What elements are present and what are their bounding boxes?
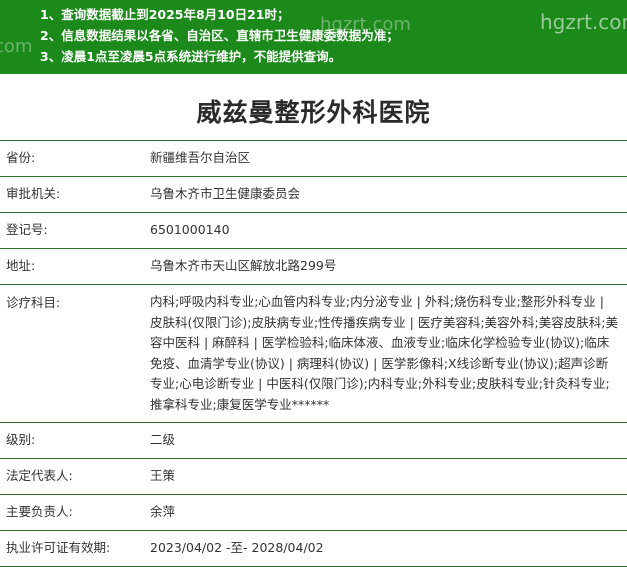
principal-label: 主要负责人: xyxy=(6,504,73,519)
row-legal-rep: 法定代表人: 王策 xyxy=(0,459,627,495)
row-reg-no: 登记号: 6501000140 xyxy=(0,213,627,249)
legal-rep-value: 王策 xyxy=(150,468,176,483)
authority-value: 乌鲁木齐市卫生健康委员会 xyxy=(150,186,301,201)
scope-value: 内科;呼吸内科专业;心血管内科专业;内分泌专业 | 外科;烧伤科专业;整形外科专… xyxy=(150,294,618,412)
row-principal: 主要负责人: 余萍 xyxy=(0,495,627,531)
hospital-title: 威兹曼整形外科医院 xyxy=(196,98,431,127)
level-value: 二级 xyxy=(150,432,176,447)
address-label: 地址: xyxy=(6,258,36,273)
row-validity: 执业许可证有效期: 2023/04/02 -至- 2028/04/02 xyxy=(0,531,627,567)
reg-no-value: 6501000140 xyxy=(150,222,230,237)
notice-line-3: 3、凌晨1点至凌晨5点系统进行维护，不能提供查询。 xyxy=(40,49,342,64)
validity-value: 2023/04/02 -至- 2028/04/02 xyxy=(150,540,324,555)
row-scope: 诊疗科目: 内科;呼吸内科专业;心血管内科专业;内分泌专业 | 外科;烧伤科专业… xyxy=(0,285,627,423)
validity-label: 执业许可证有效期: xyxy=(6,540,111,555)
row-address: 地址: 乌鲁木齐市天山区解放北路299号 xyxy=(0,249,627,285)
scope-label: 诊疗科目: xyxy=(6,295,61,310)
principal-value: 余萍 xyxy=(150,504,176,519)
row-province: 省份: 新疆维吾尔自治区 xyxy=(0,141,627,177)
row-authority: 审批机关: 乌鲁木齐市卫生健康委员会 xyxy=(0,177,627,213)
reg-no-label: 登记号: xyxy=(6,222,48,237)
info-table: 省份: 新疆维吾尔自治区 审批机关: 乌鲁木齐市卫生健康委员会 登记号: 650… xyxy=(0,140,627,567)
legal-rep-label: 法定代表人: xyxy=(6,468,73,483)
authority-label: 审批机关: xyxy=(6,186,61,201)
watermark: hgzrt.com xyxy=(540,10,627,34)
address-value: 乌鲁木齐市天山区解放北路299号 xyxy=(150,258,337,273)
watermark: hgzrt.com xyxy=(320,14,411,35)
row-level: 级别: 二级 xyxy=(0,423,627,459)
notice-banner: 1、查询数据截止到2025年8月10日21时； 2、信息数据结果以各省、自治区、… xyxy=(0,0,627,74)
watermark: com xyxy=(0,36,33,57)
level-label: 级别: xyxy=(6,432,36,447)
province-label: 省份: xyxy=(6,150,36,165)
province-value: 新疆维吾尔自治区 xyxy=(150,150,251,165)
